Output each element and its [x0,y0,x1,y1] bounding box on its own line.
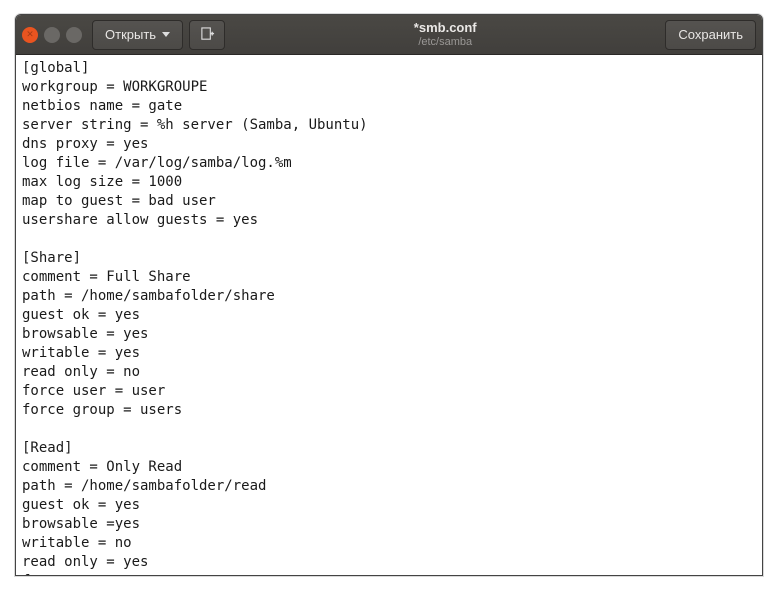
chevron-down-icon [162,32,170,37]
close-button[interactable]: ✕ [22,27,38,43]
open-button-label: Открыть [105,27,156,42]
open-button[interactable]: Открыть [92,20,183,50]
title-center: *smb.conf /etc/samba [231,21,659,47]
save-button[interactable]: Сохранить [665,20,756,50]
editor-content: [global] workgroup = WORKGROUPE netbios … [22,59,756,575]
window-controls: ✕ [22,27,82,43]
editor-area[interactable]: [global] workgroup = WORKGROUPE netbios … [16,55,762,575]
maximize-button[interactable] [66,27,82,43]
editor-window: ✕ Открыть *smb.conf /etc/samba Сохранить… [15,14,763,576]
new-document-icon [200,27,215,42]
save-button-label: Сохранить [678,27,743,42]
filepath-label: /etc/samba [231,36,659,48]
new-tab-button[interactable] [189,20,225,50]
minimize-button[interactable] [44,27,60,43]
titlebar: ✕ Открыть *smb.conf /etc/samba Сохранить [16,15,762,55]
filename-label: *smb.conf [231,21,659,35]
